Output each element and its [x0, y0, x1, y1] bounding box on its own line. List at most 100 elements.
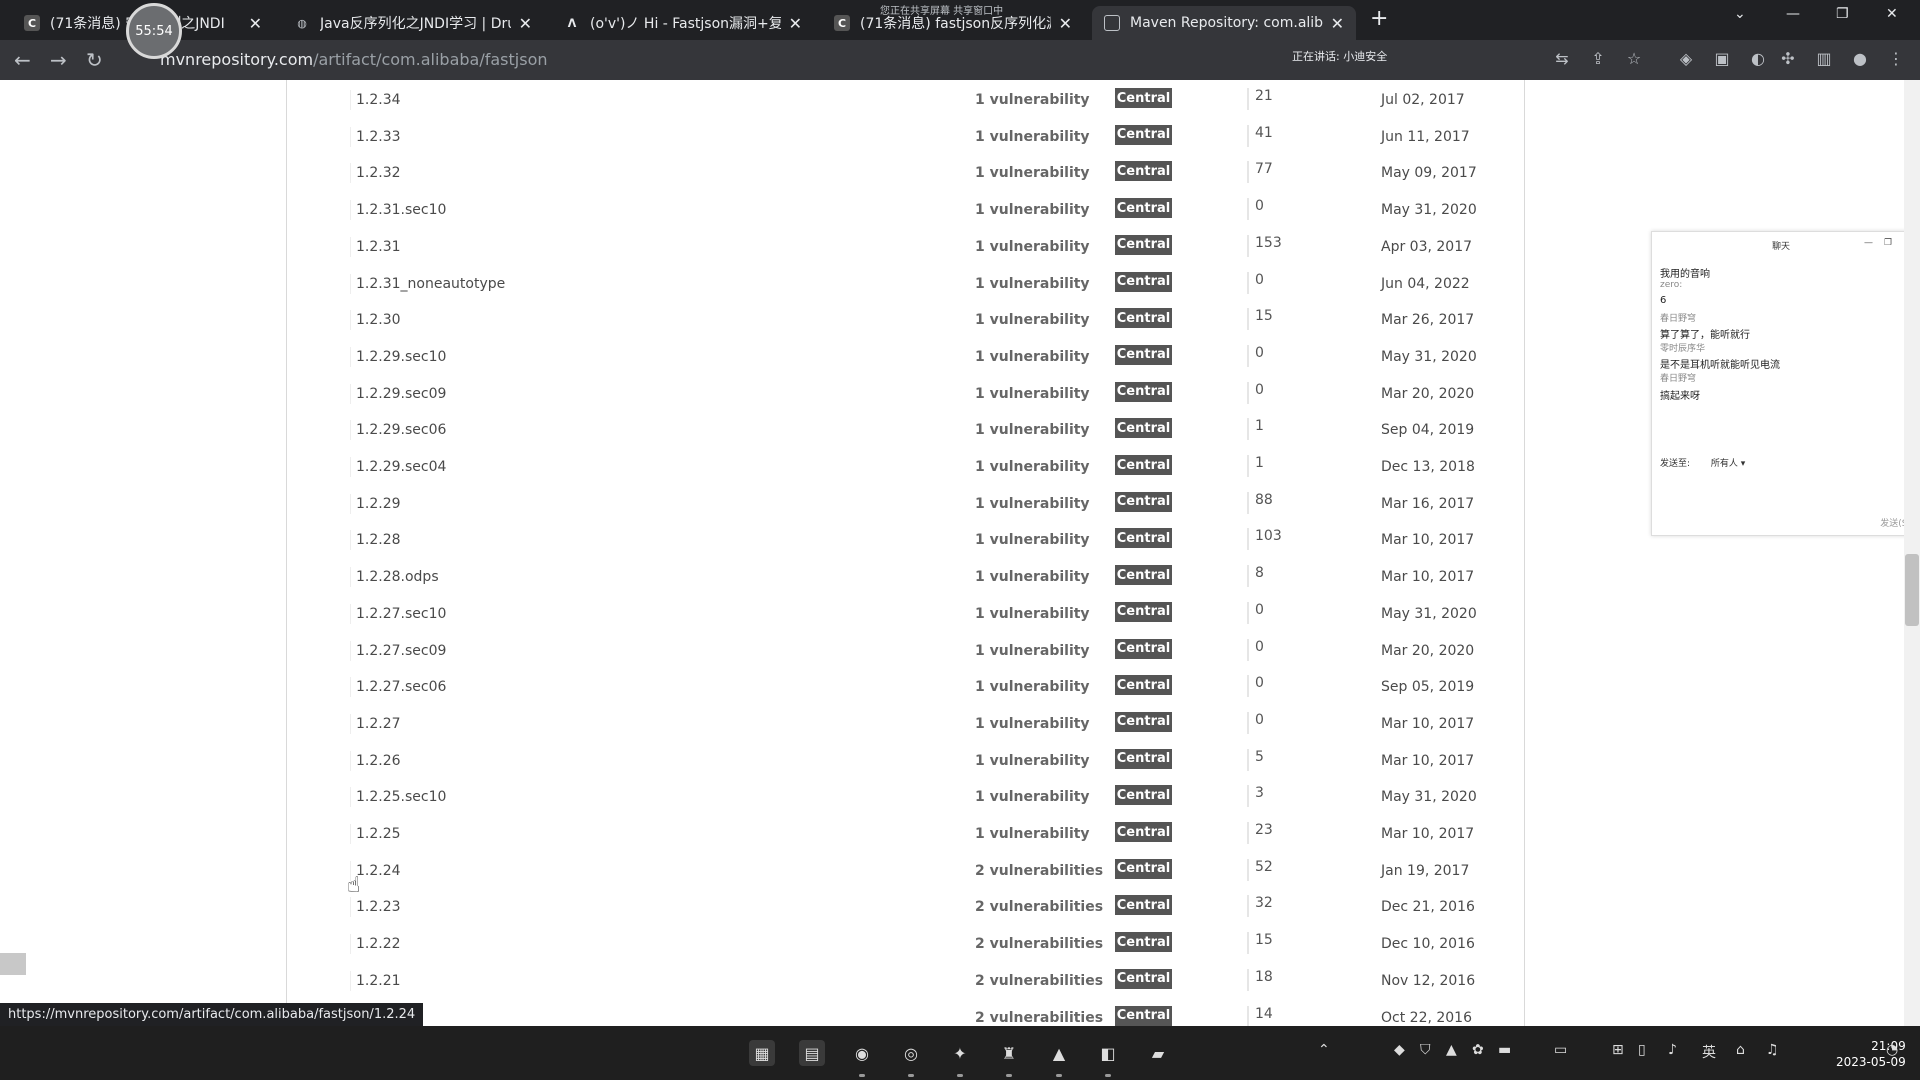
forward-icon[interactable]: →	[50, 48, 67, 72]
input-language[interactable]: 英	[1702, 1042, 1716, 1062]
version-link[interactable]: 1.2.31	[356, 239, 401, 255]
usages-link[interactable]: 41	[1255, 125, 1273, 141]
tray-expand-icon[interactable]: ⌃	[1318, 1042, 1330, 1058]
repository-badge[interactable]: Central	[1115, 234, 1172, 255]
version-link[interactable]: 1.2.27	[356, 716, 401, 732]
vulnerability-link[interactable]: 2 vulnerabilities	[975, 973, 1103, 989]
vulnerability-link[interactable]: 1 vulnerability	[975, 753, 1090, 769]
close-icon[interactable]: ✕	[1331, 14, 1344, 33]
vulnerability-link[interactable]: 1 vulnerability	[975, 386, 1090, 402]
send-to-selector[interactable]: 发送至: 所有人 ▾	[1660, 456, 1745, 469]
vulnerability-link[interactable]: 1 vulnerability	[975, 92, 1090, 108]
repository-badge[interactable]: Central	[1115, 565, 1172, 586]
usages-link[interactable]: 15	[1255, 308, 1273, 324]
vulnerability-link[interactable]: 1 vulnerability	[975, 422, 1090, 438]
version-link[interactable]: 1.2.24	[356, 863, 401, 879]
usages-link[interactable]: 0	[1255, 602, 1264, 618]
tray-app-icon[interactable]: ▭	[1554, 1042, 1567, 1058]
tab-fastjson-hi[interactable]: ᐱ (o'v')ノ Hi - Fastjson漏洞+复现 ✕	[552, 6, 814, 40]
menu-icon[interactable]: ⋮	[1886, 48, 1906, 68]
version-link[interactable]: 1.2.27.sec06	[356, 679, 446, 695]
version-link[interactable]: 1.2.28	[356, 532, 401, 548]
version-link[interactable]: 1.2.27.sec10	[356, 606, 446, 622]
repository-badge[interactable]: Central	[1115, 748, 1172, 769]
usages-link[interactable]: 8	[1255, 565, 1264, 581]
vulnerability-link[interactable]: 2 vulnerabilities	[975, 863, 1103, 879]
repository-badge[interactable]: Central	[1115, 455, 1172, 475]
version-link[interactable]: 1.2.25.sec10	[356, 789, 446, 805]
back-icon[interactable]: ←	[14, 48, 31, 72]
vulnerability-link[interactable]: 2 vulnerabilities	[975, 1010, 1103, 1026]
usages-link[interactable]: 103	[1255, 528, 1282, 544]
vulnerability-link[interactable]: 1 vulnerability	[975, 496, 1090, 512]
reload-icon[interactable]: ↻	[86, 48, 103, 72]
repository-badge[interactable]: Central	[1115, 198, 1172, 219]
side-handle[interactable]	[0, 953, 26, 975]
tray-app-icon[interactable]: ⊞	[1612, 1042, 1624, 1058]
usages-link[interactable]: 153	[1255, 235, 1282, 251]
repository-badge[interactable]: Central	[1115, 711, 1172, 732]
usages-link[interactable]: 15	[1255, 932, 1273, 948]
close-icon[interactable]: ✕	[789, 14, 802, 33]
extension-icon[interactable]: ◐	[1748, 48, 1768, 68]
repository-badge[interactable]: Central	[1115, 785, 1172, 806]
extension-icon[interactable]: ◈	[1676, 48, 1696, 68]
version-link[interactable]: 1.2.32	[356, 165, 401, 181]
volume-icon[interactable]: ♫	[1766, 1042, 1779, 1058]
version-link[interactable]: 1.2.27.sec09	[356, 643, 446, 659]
file-explorer-icon[interactable]: ▤	[799, 1040, 825, 1066]
microphone-icon[interactable]: ♪	[1668, 1042, 1677, 1058]
chrome-icon[interactable]: ◎	[898, 1040, 924, 1066]
edge-browser-icon[interactable]: ◉	[849, 1040, 875, 1066]
version-link[interactable]: 1.2.25	[356, 826, 401, 842]
vulnerability-link[interactable]: 1 vulnerability	[975, 202, 1090, 218]
network-icon[interactable]: ⌂	[1736, 1042, 1745, 1058]
usages-link[interactable]: 21	[1255, 88, 1273, 104]
usages-link[interactable]: 3	[1255, 785, 1264, 801]
vulnerability-link[interactable]: 1 vulnerability	[975, 789, 1090, 805]
tshirt-app-icon[interactable]: ♜	[996, 1040, 1022, 1066]
battery-icon[interactable]: ▯	[1638, 1042, 1646, 1058]
share-icon[interactable]: ⇪	[1588, 48, 1608, 68]
tab-maven-repository[interactable]: Maven Repository: com.alibab ✕	[1092, 6, 1356, 40]
minimize-icon[interactable]: —	[1786, 6, 1800, 22]
version-link[interactable]: 1.2.23	[356, 899, 401, 915]
vulnerability-link[interactable]: 1 vulnerability	[975, 276, 1090, 292]
version-link[interactable]: 1.2.31.sec10	[356, 202, 446, 218]
usages-link[interactable]: 0	[1255, 639, 1264, 655]
repository-badge[interactable]: Central	[1115, 638, 1172, 659]
intellij-icon[interactable]: ◧	[1095, 1040, 1121, 1066]
usages-link[interactable]: 0	[1255, 712, 1264, 728]
repository-badge[interactable]: Central	[1115, 124, 1172, 145]
vulnerability-link[interactable]: 1 vulnerability	[975, 239, 1090, 255]
version-link[interactable]: 1.2.29.sec09	[356, 386, 446, 402]
usages-link[interactable]: 0	[1255, 345, 1264, 361]
minimize-icon[interactable]: —	[1864, 238, 1873, 248]
close-icon[interactable]: ✕	[519, 14, 532, 33]
vulnerability-link[interactable]: 1 vulnerability	[975, 165, 1090, 181]
usages-link[interactable]: 32	[1255, 895, 1273, 911]
vulnerability-link[interactable]: 1 vulnerability	[975, 606, 1090, 622]
vulnerability-link[interactable]: 1 vulnerability	[975, 532, 1090, 548]
repository-badge[interactable]: Central	[1115, 528, 1172, 549]
bookmark-star-icon[interactable]: ☆	[1624, 48, 1644, 68]
shield-icon[interactable]: ⛉	[1420, 1042, 1431, 1058]
version-link[interactable]: 1.2.33	[356, 129, 401, 145]
repository-badge[interactable]: Central	[1115, 88, 1172, 108]
tray-app-icon[interactable]: ▲	[1446, 1042, 1457, 1058]
repository-badge[interactable]: Central	[1115, 968, 1172, 989]
meeting-app-icon[interactable]: ▲	[1046, 1040, 1072, 1066]
vulnerability-link[interactable]: 2 vulnerabilities	[975, 899, 1103, 915]
usages-link[interactable]: 14	[1255, 1006, 1273, 1022]
scrollbar[interactable]	[1904, 80, 1920, 1026]
restore-icon[interactable]: ❐	[1884, 238, 1892, 248]
vulnerability-link[interactable]: 1 vulnerability	[975, 312, 1090, 328]
repository-badge[interactable]: Central	[1115, 675, 1172, 696]
scrollbar-thumb[interactable]	[1905, 554, 1919, 626]
version-link[interactable]: 1.2.22	[356, 936, 401, 952]
vulnerability-link[interactable]: 2 vulnerabilities	[975, 936, 1103, 952]
usages-link[interactable]: 0	[1255, 198, 1264, 214]
tab-search-icon[interactable]: ⌄	[1734, 6, 1746, 22]
usages-link[interactable]: 77	[1255, 161, 1273, 177]
version-link[interactable]: 1.2.29.sec04	[356, 459, 446, 475]
